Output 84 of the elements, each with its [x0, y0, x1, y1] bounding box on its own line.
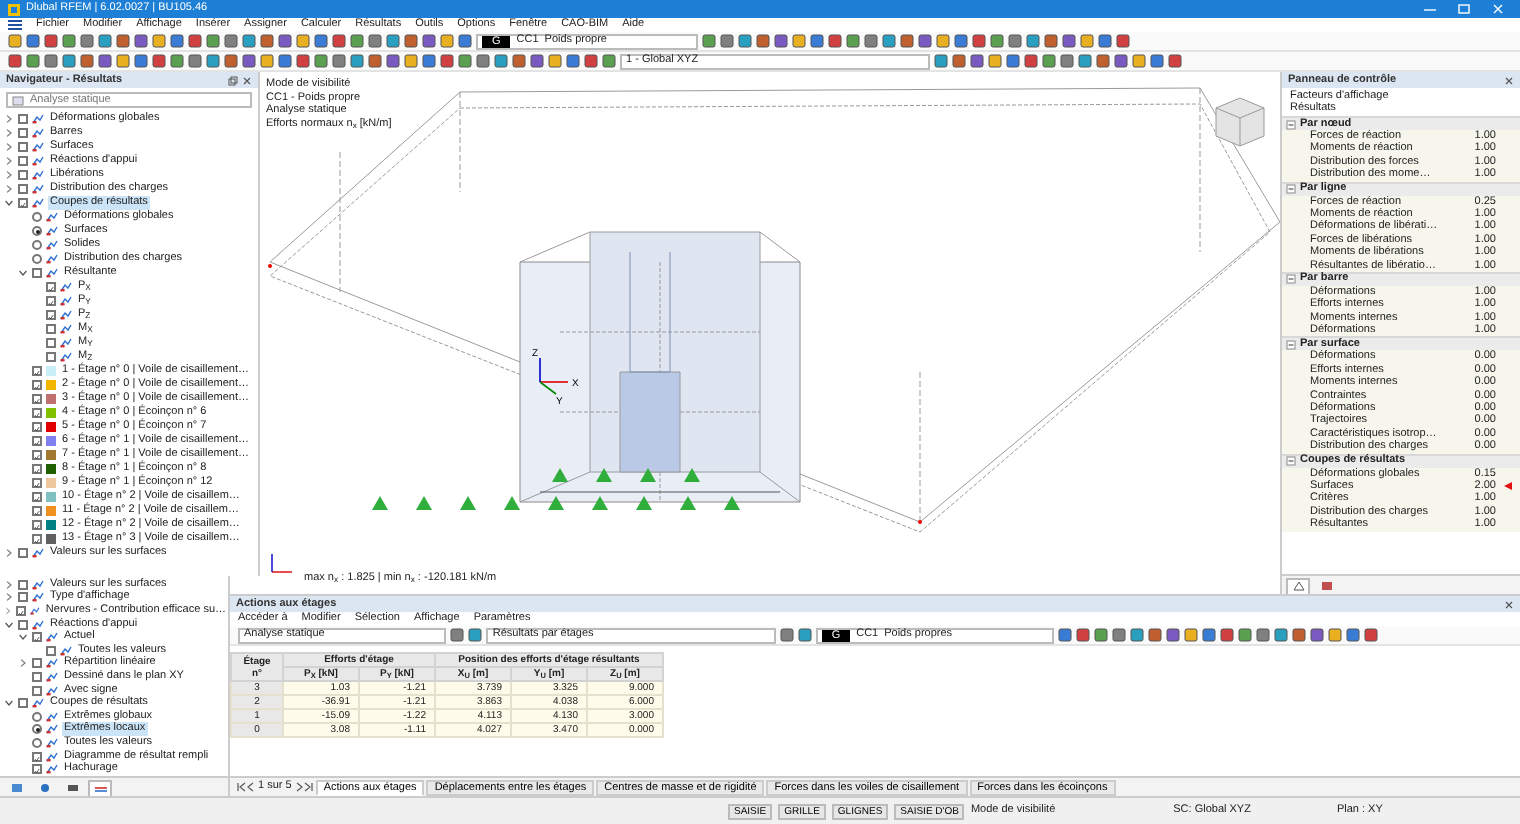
- checkbox[interactable]: [32, 366, 42, 376]
- result-type-icon: [32, 142, 44, 152]
- radio-button[interactable]: [32, 254, 42, 264]
- navigator-tab[interactable]: [88, 779, 112, 795]
- checkbox[interactable]: [46, 338, 56, 348]
- checkbox[interactable]: [32, 658, 42, 669]
- result-type-icon: [46, 254, 58, 264]
- result-type-icon: [46, 226, 58, 236]
- checkbox[interactable]: [46, 324, 56, 334]
- radio-button[interactable]: [32, 711, 42, 722]
- checkbox[interactable]: [46, 352, 56, 362]
- checkbox[interactable]: [18, 619, 28, 630]
- result-type-icon: [32, 548, 44, 558]
- close-icon[interactable]: [238, 75, 252, 85]
- checkbox[interactable]: [32, 685, 42, 696]
- collapse-icon[interactable]: [1286, 184, 1296, 195]
- checkbox[interactable]: [32, 436, 42, 446]
- checkbox[interactable]: [32, 450, 42, 460]
- result-type-icon: [60, 310, 72, 320]
- checkbox[interactable]: [32, 492, 42, 502]
- checkbox[interactable]: [32, 380, 42, 390]
- checkbox[interactable]: [32, 394, 42, 404]
- checkbox[interactable]: [32, 268, 42, 278]
- first-previous-icon[interactable]: [236, 782, 256, 792]
- checkbox[interactable]: [32, 478, 42, 488]
- checkbox[interactable]: [18, 698, 28, 709]
- result-type-icon: [46, 268, 58, 278]
- checkbox[interactable]: [32, 464, 42, 474]
- collapse-icon[interactable]: [1286, 339, 1296, 350]
- result-type-icon: [32, 198, 44, 208]
- checkbox[interactable]: [18, 128, 28, 138]
- radio-button[interactable]: [32, 226, 42, 236]
- checkbox[interactable]: [32, 764, 42, 775]
- checkbox[interactable]: [18, 184, 28, 194]
- axis-triad-drawing: [539, 357, 569, 395]
- radio-button[interactable]: [32, 212, 42, 222]
- result-type-icon: [46, 212, 58, 222]
- result-type-icon: [32, 170, 44, 180]
- checkbox[interactable]: [32, 632, 42, 643]
- checkbox[interactable]: [18, 114, 28, 124]
- checkbox[interactable]: [46, 282, 56, 292]
- collapse-icon[interactable]: [1286, 456, 1296, 467]
- result-type-icon: [60, 296, 72, 306]
- result-type-icon: [32, 128, 44, 138]
- analysis-icon: [12, 95, 24, 105]
- checkbox[interactable]: [32, 520, 42, 530]
- result-type-icon: [46, 240, 58, 250]
- triangle-icon: [1291, 580, 1305, 592]
- float-panel-icon[interactable]: [228, 75, 238, 85]
- checkbox[interactable]: [18, 198, 28, 208]
- result-type-icon: [60, 282, 72, 292]
- checkbox[interactable]: [46, 310, 56, 320]
- checkbox[interactable]: [18, 548, 28, 558]
- checkbox[interactable]: [18, 579, 28, 590]
- radio-button[interactable]: [32, 737, 42, 748]
- checkbox[interactable]: [18, 592, 28, 603]
- next-last-icon[interactable]: [293, 782, 314, 792]
- result-type-icon: [32, 114, 44, 124]
- result-type-icon: [32, 156, 44, 166]
- checkbox[interactable]: [32, 751, 42, 762]
- checkbox[interactable]: [18, 170, 28, 180]
- checkbox[interactable]: [46, 645, 56, 656]
- checkbox[interactable]: [16, 605, 27, 616]
- checkbox[interactable]: [32, 506, 42, 516]
- checkbox[interactable]: [32, 534, 42, 544]
- panel-tab[interactable]: [1286, 577, 1310, 593]
- radio-button[interactable]: [32, 240, 42, 250]
- checkbox[interactable]: [46, 296, 56, 306]
- result-type-icon: [60, 352, 72, 362]
- close-icon[interactable]: [1500, 599, 1514, 609]
- checkbox[interactable]: [32, 422, 42, 432]
- collapse-icon[interactable]: [1286, 274, 1296, 285]
- collapse-icon[interactable]: [1286, 119, 1296, 129]
- result-type-icon: [60, 338, 72, 348]
- result-type-icon: [32, 184, 44, 194]
- close-icon[interactable]: [1500, 75, 1514, 85]
- checkbox[interactable]: [32, 408, 42, 418]
- radio-button[interactable]: [32, 724, 42, 735]
- checkbox[interactable]: [18, 142, 28, 152]
- checkbox[interactable]: [18, 156, 28, 166]
- axis-triad-drawing: [271, 553, 293, 573]
- result-type-icon: [60, 324, 72, 334]
- menu-icon[interactable]: [8, 20, 22, 30]
- checkbox[interactable]: [32, 671, 42, 682]
